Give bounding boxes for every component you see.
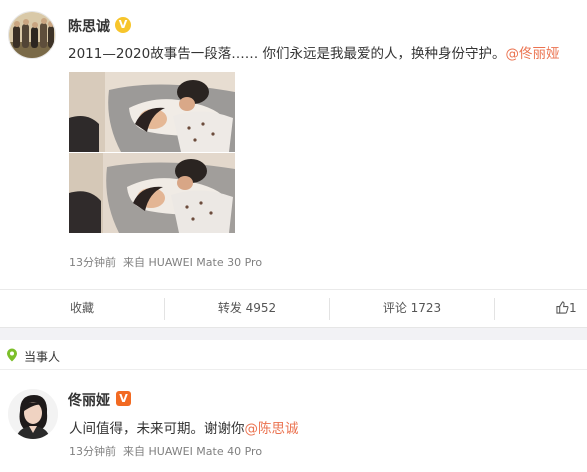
post-text: 2011—2020故事告一段落…… 你们永远是我最爱的人，换种身份守护。@佟丽娅 [68, 42, 560, 62]
section-gap [0, 328, 587, 340]
related-party-label: 当事人 [24, 350, 61, 364]
post-meta: 13分钟前 来自 HUAWEI Mate 40 Pro [69, 443, 262, 459]
favorite-button[interactable]: 收藏 [0, 290, 164, 327]
mention-link[interactable]: @陈思诚 [245, 421, 299, 437]
post-time[interactable]: 13分钟前 [69, 445, 116, 458]
divider [494, 298, 495, 320]
thumbs-up-icon [556, 301, 569, 314]
post-source: 来自 HUAWEI Mate 30 Pro [123, 256, 263, 269]
post-meta: 13分钟前 来自 HUAWEI Mate 30 Pro [69, 254, 262, 270]
related-party-bar [0, 340, 587, 370]
post-author-name[interactable]: 佟丽娅 [68, 390, 110, 410]
author-avatar-tongliya[interactable] [8, 389, 58, 439]
post-author-name[interactable]: 陈思诚 [68, 16, 110, 36]
post-body: 人间值得，未来可期。谢谢你 [69, 421, 245, 437]
post-text: 人间值得，未来可期。谢谢你@陈思诚 [69, 417, 299, 437]
like-button[interactable]: 1 [556, 290, 587, 327]
verified-badge-icon: V [115, 17, 131, 33]
mention-link[interactable]: @佟丽娅 [506, 46, 560, 62]
post-body: 2011—2020故事告一段落…… 你们永远是我最爱的人，换种身份守护。 [68, 46, 506, 62]
post-time[interactable]: 13分钟前 [69, 256, 116, 269]
post-image-1[interactable] [69, 72, 235, 152]
like-count: 1 [569, 301, 577, 315]
post-image-2[interactable] [69, 153, 235, 233]
verified-badge-icon: V [116, 391, 131, 406]
location-pin-icon [7, 348, 17, 362]
post-source: 来自 HUAWEI Mate 40 Pro [123, 445, 263, 458]
comment-button[interactable]: 评论 1723 [330, 290, 494, 327]
author-avatar-chensicheng[interactable] [8, 11, 56, 59]
repost-button[interactable]: 转发 4952 [165, 290, 329, 327]
